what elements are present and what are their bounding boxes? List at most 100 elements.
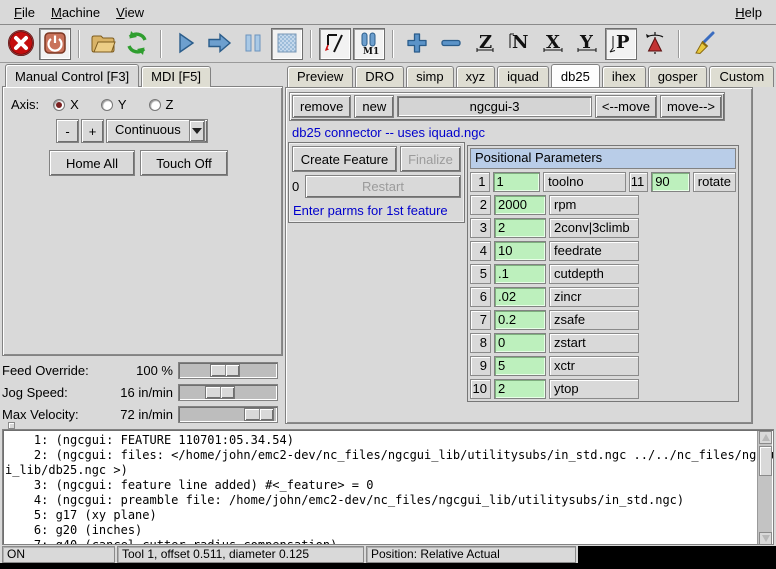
left-tabrow: Manual Control [F3] MDI [F5] <box>5 64 213 87</box>
rotate-view-button[interactable] <box>639 28 671 60</box>
create-feature-button[interactable]: Create Feature <box>292 146 397 172</box>
menu-machine[interactable]: Machine <box>43 2 108 23</box>
zoom-out-button[interactable] <box>435 28 467 60</box>
reload-button[interactable] <box>121 28 153 60</box>
ngcgui-name-field[interactable]: ngcgui-3 <box>397 96 592 117</box>
step-button[interactable] <box>203 28 235 60</box>
max-velocity-slider-thumb[interactable] <box>244 408 274 421</box>
touch-off-button[interactable]: Touch Off <box>140 150 228 176</box>
param-name-label: rotate <box>693 172 736 192</box>
param-row: 3 2 2conv|3climb <box>470 218 736 238</box>
jog-mode-dropdown[interactable]: Continuous <box>106 119 208 143</box>
feed-override-slider-thumb[interactable] <box>210 364 240 377</box>
positional-parameters-header: Positional Parameters <box>470 148 736 169</box>
param-name-label: zstart <box>549 333 639 353</box>
axis-radio-y[interactable]: Y <box>101 97 127 112</box>
toolbar: M1 Z N X Y P <box>0 26 776 63</box>
param-name-label: cutdepth <box>549 264 639 284</box>
param-input-feedrate[interactable]: 10 <box>494 241 546 261</box>
tab-iquad[interactable]: iquad <box>497 66 549 87</box>
max-velocity-value: 72 in/min <box>98 407 178 422</box>
feed-override-slider[interactable] <box>178 362 278 379</box>
power-icon <box>42 30 68 59</box>
jog-minus-button[interactable]: - <box>56 119 79 143</box>
ngcgui-status-message: Enter parms for 1st feature <box>292 201 461 219</box>
ngcgui-remove-button[interactable]: remove <box>292 95 351 118</box>
param-number: 1 <box>470 172 490 192</box>
param-input-rpm[interactable]: 2000 <box>494 195 546 215</box>
ngcgui-move-left-button[interactable]: <--move <box>595 95 657 118</box>
scroll-up-arrow-icon[interactable] <box>759 431 772 444</box>
view-perspective-button[interactable]: P <box>605 28 637 60</box>
view-z-rotated-button[interactable]: N <box>503 28 535 60</box>
feed-override-label: Feed Override: <box>2 363 98 378</box>
machine-power-button[interactable] <box>39 28 71 60</box>
view-x-button[interactable]: X <box>537 28 569 60</box>
param-input-ytop[interactable]: 2 <box>494 379 546 399</box>
max-velocity-slider[interactable] <box>178 406 278 423</box>
tab-xyz[interactable]: xyz <box>456 66 496 87</box>
tab-db25[interactable]: db25 <box>551 64 600 87</box>
param-name-label: ytop <box>549 379 639 399</box>
restart-button[interactable]: Restart <box>305 175 461 198</box>
tab-simp[interactable]: simp <box>406 66 453 87</box>
menubar: File Machine View Help <box>0 0 776 25</box>
view-perspective-icon: P <box>608 30 634 59</box>
tab-dro[interactable]: DRO <box>355 66 404 87</box>
param-input-2conv3climb[interactable]: 2 <box>494 218 546 238</box>
tab-manual-control[interactable]: Manual Control [F3] <box>5 64 139 87</box>
menu-view[interactable]: View <box>108 2 152 23</box>
ngcgui-new-button[interactable]: new <box>354 95 394 118</box>
param-number: 10 <box>470 379 491 399</box>
param-input-zsafe[interactable]: 0.2 <box>494 310 546 330</box>
run-button[interactable] <box>169 28 201 60</box>
tab-ihex[interactable]: ihex <box>602 66 646 87</box>
clear-plot-button[interactable] <box>687 28 719 60</box>
home-all-button[interactable]: Home All <box>49 150 135 176</box>
ngcgui-description: db25 connector -- uses iquad.ngc <box>292 125 485 140</box>
jog-speed-value: 16 in/min <box>98 385 178 400</box>
axis-radio-z[interactable]: Z <box>149 97 174 112</box>
param-name-label: zincr <box>549 287 639 307</box>
reload-icon <box>123 29 151 60</box>
param-number: 4 <box>470 241 491 261</box>
svg-text:N: N <box>512 32 528 53</box>
param-input-cutdepth[interactable]: .1 <box>494 264 546 284</box>
param-name-label: rpm <box>549 195 639 215</box>
estop-button[interactable] <box>5 28 37 60</box>
view-z-button[interactable]: Z <box>469 28 501 60</box>
scroll-down-arrow-icon[interactable] <box>759 532 772 545</box>
jog-mode-value: Continuous <box>109 120 187 142</box>
param-input-zincr[interactable]: .02 <box>494 287 546 307</box>
axis-z-label: Z <box>166 97 174 112</box>
optional-stop-button[interactable]: M1 <box>353 28 385 60</box>
menu-file[interactable]: File <box>6 2 43 23</box>
jog-speed-slider[interactable] <box>178 384 278 401</box>
param-input-xctr[interactable]: 5 <box>494 356 546 376</box>
tab-preview[interactable]: Preview <box>287 66 353 87</box>
open-file-button[interactable] <box>87 28 119 60</box>
stop-button[interactable] <box>271 28 303 60</box>
view-y-button[interactable]: Y <box>571 28 603 60</box>
jog-plus-button[interactable]: + <box>81 119 104 143</box>
log-scrollbar[interactable] <box>757 431 772 545</box>
finalize-button[interactable]: Finalize <box>400 146 461 172</box>
tab-mdi[interactable]: MDI [F5] <box>141 66 211 87</box>
param-input-toolno[interactable]: 1 <box>493 172 541 192</box>
positional-parameters-frame: Positional Parameters 1 1 toolno 11 90 r… <box>467 145 739 402</box>
param-row: 10 2 ytop <box>470 379 736 399</box>
menu-help[interactable]: Help <box>727 2 770 23</box>
axis-radio-x[interactable]: X <box>53 97 79 112</box>
pane-sash-handle[interactable] <box>8 422 15 429</box>
param-input-zstart[interactable]: 0 <box>494 333 546 353</box>
zoom-in-button[interactable] <box>401 28 433 60</box>
tab-gosper[interactable]: gosper <box>648 66 708 87</box>
tab-custom[interactable]: Custom <box>709 66 774 87</box>
block-delete-button[interactable] <box>319 28 351 60</box>
ngcgui-move-right-button[interactable]: move--> <box>660 95 722 118</box>
pause-button[interactable] <box>237 28 269 60</box>
param-input-rotate[interactable]: 90 <box>651 172 690 192</box>
log-scrollbar-thumb[interactable] <box>759 446 772 476</box>
jog-speed-slider-thumb[interactable] <box>205 386 235 399</box>
param-row: 2 2000 rpm <box>470 195 736 215</box>
